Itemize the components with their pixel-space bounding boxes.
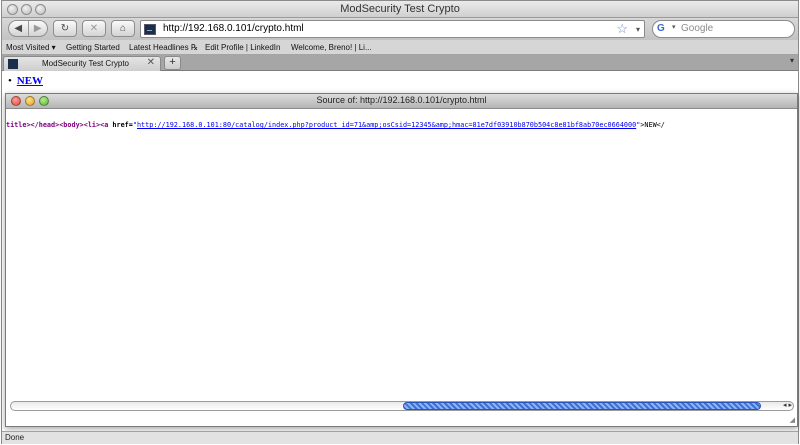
bullet-icon: • <box>8 75 12 87</box>
tab-label: ModSecurity Test Crypto <box>42 59 129 68</box>
navigation-toolbar: ◀ ▶ ↻ ✕ ⌂ http://192.168.0.101/crypto.ht… <box>2 18 798 40</box>
tab-list-icon[interactable]: ▾ <box>790 56 794 65</box>
site-favicon-icon <box>8 59 18 69</box>
search-engine-dropdown-icon[interactable]: ▾ <box>672 23 676 31</box>
bookmarks-bar: Most Visited ▾ Getting Started Latest He… <box>2 40 798 55</box>
status-bar: Done <box>2 431 798 444</box>
reload-icon: ↻ <box>60 23 70 34</box>
search-input[interactable]: Google <box>681 23 713 34</box>
code-attribute: href= <box>112 121 133 129</box>
close-tab-icon[interactable]: ✕ <box>147 57 155 68</box>
url-dropdown-icon[interactable]: ▾ <box>636 22 640 38</box>
code-tags: title></head><body><li><a <box>6 121 113 129</box>
source-title-bar[interactable]: Source of: http://192.168.0.101/crypto.h… <box>6 94 797 109</box>
scroll-arrows-icon[interactable]: ◂ ▸ <box>783 401 792 409</box>
tab-bar: ModSecurity Test Crypto ✕ + ▾ <box>2 55 798 71</box>
home-icon: ⌂ <box>119 23 127 34</box>
horizontal-scrollbar[interactable]: ◂ ▸ <box>10 401 794 411</box>
url-text[interactable]: http://192.168.0.101/crypto.html <box>163 23 304 34</box>
bookmark-most-visited[interactable]: Most Visited ▾ <box>6 43 56 52</box>
bookmark-welcome[interactable]: Welcome, Breno! | Li... <box>291 43 372 52</box>
new-link[interactable]: NEW <box>17 75 43 87</box>
search-bar[interactable]: G ▾ Google <box>652 20 795 38</box>
back-forward-group: ◀ ▶ <box>8 20 48 37</box>
list-item: • NEW <box>8 75 43 87</box>
forward-arrow-icon[interactable]: ▶ <box>28 23 47 34</box>
back-arrow-icon[interactable]: ◀ <box>9 23 28 34</box>
url-bar[interactable]: http://192.168.0.101/crypto.html ☆ ▾ <box>140 20 645 38</box>
bookmark-latest-headlines[interactable]: Latest Headlines ℞ <box>129 43 198 52</box>
reload-button[interactable]: ↻ <box>53 20 77 37</box>
source-code-line: title></head><body><li><a href="http://1… <box>6 121 665 129</box>
source-href-link[interactable]: http://192.168.0.101:80/catalog/index.ph… <box>137 121 636 129</box>
status-text: Done <box>5 433 25 442</box>
code-text: >NEW</ <box>640 121 665 129</box>
source-code-view: title></head><body><li><a href="http://1… <box>6 109 797 401</box>
source-window-title: Source of: http://192.168.0.101/crypto.h… <box>316 95 487 105</box>
resize-grip-icon[interactable]: ◢ <box>790 416 795 424</box>
browser-window: ModSecurity Test Crypto ◀ ▶ ↻ ✕ ⌂ http:/… <box>1 0 799 444</box>
stop-icon: ✕ <box>89 23 99 34</box>
window-title: ModSecurity Test Crypto <box>340 3 460 15</box>
title-bar[interactable]: ModSecurity Test Crypto <box>2 1 798 18</box>
tab-modsecurity-test-crypto[interactable]: ModSecurity Test Crypto ✕ <box>3 56 161 71</box>
google-icon[interactable]: G <box>657 23 673 35</box>
site-favicon-icon <box>144 24 156 35</box>
bookmark-edit-profile[interactable]: Edit Profile | LinkedIn <box>205 43 280 52</box>
bookmark-getting-started[interactable]: Getting Started <box>66 43 120 52</box>
scrollbar-thumb[interactable] <box>403 402 761 410</box>
stop-button[interactable]: ✕ <box>82 20 106 37</box>
bookmark-star-icon[interactable]: ☆ <box>616 21 628 37</box>
page-content: • NEW Source of: http://192.168.0.101/cr… <box>2 71 798 431</box>
view-source-window: Source of: http://192.168.0.101/crypto.h… <box>5 93 798 427</box>
home-button[interactable]: ⌂ <box>111 20 135 37</box>
new-tab-button[interactable]: + <box>164 56 181 70</box>
